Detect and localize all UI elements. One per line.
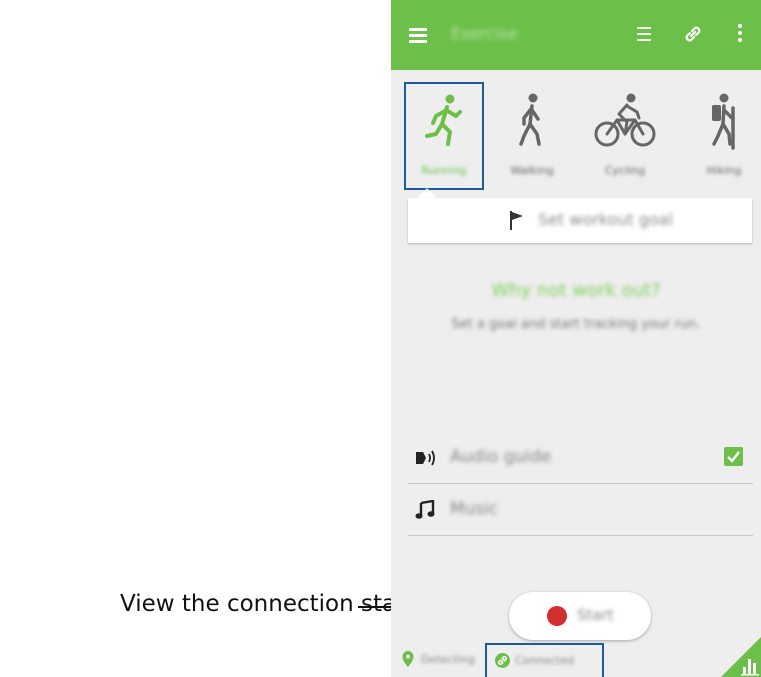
activity-walking[interactable]: Walking — [494, 84, 570, 188]
activity-label: Running — [421, 164, 467, 177]
set-goal-button[interactable]: Set workout goal — [408, 198, 752, 243]
cycling-icon — [594, 93, 656, 147]
menu-icon[interactable] — [409, 28, 427, 43]
location-pin-icon — [402, 651, 414, 667]
hiking-icon — [712, 93, 735, 150]
app-title: Exercise — [451, 24, 518, 43]
walking-icon — [519, 93, 541, 146]
activity-hiking[interactable]: Hiking — [686, 84, 761, 188]
list-icon[interactable]: ☰ — [633, 24, 655, 46]
phone-screen: Exercise ☰ Running Walking Cycling Hikin… — [391, 0, 761, 677]
link-icon[interactable] — [681, 22, 705, 46]
running-icon — [425, 94, 462, 146]
audio-guide-checkbox[interactable] — [724, 447, 743, 466]
prompt-subtitle: Set a goal and start tracking your run. — [451, 317, 701, 332]
record-icon — [547, 606, 567, 626]
activity-label: Cycling — [604, 164, 646, 177]
start-label: Start — [577, 606, 614, 624]
bar-chart-icon — [721, 637, 761, 677]
music-label: Music — [450, 499, 499, 519]
music-row[interactable]: Music — [408, 484, 753, 536]
connection-status[interactable]: Connected — [485, 643, 604, 677]
stats-button[interactable] — [721, 637, 761, 677]
prompt-title: Why not work out? — [491, 280, 661, 301]
audio-guide-icon — [416, 450, 435, 466]
connection-link-icon — [495, 653, 510, 668]
activity-label: Walking — [510, 164, 554, 177]
checkmark-icon — [727, 451, 740, 463]
music-icon — [415, 500, 435, 519]
goal-label: Set workout goal — [538, 210, 673, 229]
more-vert-icon[interactable] — [736, 24, 744, 46]
app-bar: Exercise ☰ — [391, 0, 761, 70]
audio-guide-label: Audio guide — [450, 447, 552, 467]
activity-cycling[interactable]: Cycling — [587, 84, 663, 188]
audio-guide-row[interactable]: Audio guide — [408, 432, 753, 484]
connection-status-label: Connected — [515, 654, 575, 667]
flag-icon — [510, 211, 523, 230]
activity-label: Hiking — [706, 164, 742, 177]
gps-status-label: Detecting — [421, 653, 475, 666]
start-button[interactable]: Start — [509, 592, 651, 640]
activity-running[interactable]: Running — [404, 82, 484, 190]
